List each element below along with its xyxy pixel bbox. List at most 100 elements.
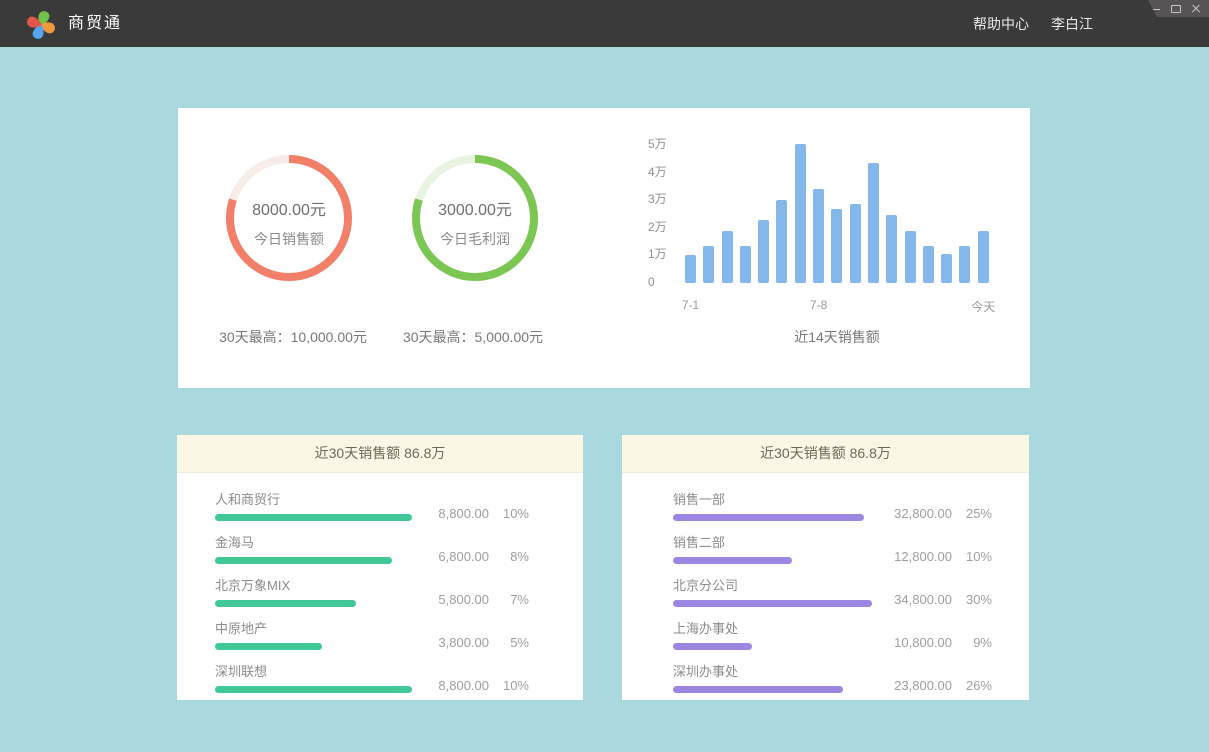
rank-row-bar xyxy=(215,557,392,564)
chart-bar xyxy=(978,231,989,283)
rank-row-bar xyxy=(215,643,322,650)
close-button[interactable] xyxy=(1190,3,1202,15)
rank-row-bar xyxy=(215,600,356,607)
rank-row: 北京万象MIX 5,800.00 7% xyxy=(215,575,529,607)
rank-row-amount: 8,800.00 xyxy=(417,506,489,521)
rank-row-label: 中原地产 xyxy=(215,618,322,637)
rank-row-percent: 5% xyxy=(497,635,529,650)
rank-row-percent: 30% xyxy=(960,592,992,607)
x-axis-tick: 7-8 xyxy=(810,298,827,312)
x-axis-tick: 今天 xyxy=(971,298,995,315)
titlebar-menu: 帮助中心 李白江 xyxy=(973,0,1093,47)
app-title: 商贸通 xyxy=(68,0,122,47)
rank-row-percent: 10% xyxy=(960,549,992,564)
profit-30day-max: 30天最高：5,000.00元 xyxy=(358,327,588,347)
rank-row-label: 北京分公司 xyxy=(673,575,872,594)
today-sales-gauge: 8000.00元 今日销售额 xyxy=(226,155,352,281)
rank-row: 销售一部 32,800.00 25% xyxy=(673,489,992,521)
department-rank-rows: 销售一部 32,800.00 25% 销售二部 12,800.00 10% 北京分公… xyxy=(622,473,1029,693)
app-logo-icon xyxy=(26,9,56,39)
rank-row: 金海马 6,800.00 8% xyxy=(215,532,529,564)
minimize-icon xyxy=(1151,9,1160,11)
rank-row-percent: 25% xyxy=(960,506,992,521)
chart-bar xyxy=(758,220,769,284)
rank-row-bar xyxy=(673,514,864,521)
customer-rank-title: 近30天销售额 86.8万 xyxy=(177,435,583,473)
chart-bar xyxy=(795,144,806,283)
rank-row-percent: 26% xyxy=(960,678,992,693)
rank-row-amount: 3,800.00 xyxy=(417,635,489,650)
rank-row-label: 人和商贸行 xyxy=(215,489,412,508)
chart-bar xyxy=(776,200,787,283)
chart-bar xyxy=(868,163,879,283)
x-axis-tick: 7-1 xyxy=(682,298,699,312)
rank-row-amount: 23,800.00 xyxy=(880,678,952,693)
department-rank-card: 近30天销售额 86.8万 销售一部 32,800.00 25% 销售二部 12,… xyxy=(622,435,1029,700)
minimize-button[interactable] xyxy=(1150,3,1162,15)
sales-chart-x-axis: 7-17-8今天 xyxy=(685,298,989,314)
rank-row-bar xyxy=(215,514,412,521)
rank-row-percent: 9% xyxy=(960,635,992,650)
rank-row-amount: 12,800.00 xyxy=(880,549,952,564)
rank-row-bar xyxy=(673,643,752,650)
customer-rank-card: 近30天销售额 86.8万 人和商贸行 8,800.00 10% 金海马 6,80… xyxy=(177,435,583,700)
user-name[interactable]: 李白江 xyxy=(1051,14,1093,34)
rank-row-amount: 5,800.00 xyxy=(417,592,489,607)
rank-row: 上海办事处 10,800.00 9% xyxy=(673,618,992,650)
rank-row-amount: 10,800.00 xyxy=(880,635,952,650)
chart-bar xyxy=(959,246,970,283)
rank-row-bar xyxy=(673,600,872,607)
rank-row-percent: 10% xyxy=(497,678,529,693)
help-center-link[interactable]: 帮助中心 xyxy=(973,14,1029,34)
chart-bar xyxy=(831,209,842,284)
chart-bar xyxy=(923,246,934,283)
customer-rank-rows: 人和商贸行 8,800.00 10% 金海马 6,800.00 8% 北京万象MIX… xyxy=(177,473,583,693)
rank-row: 深圳联想 8,800.0010% xyxy=(215,661,529,693)
y-axis-tick: 3万 xyxy=(648,192,667,206)
title-bar: 商贸通 帮助中心 李白江 xyxy=(0,0,1209,47)
sales-chart-title: 近14天销售额 xyxy=(685,327,989,347)
rank-row: 北京分公司 34,800.00 30% xyxy=(673,575,992,607)
rank-row-percent: 7% xyxy=(497,592,529,607)
window-controls xyxy=(1148,0,1209,17)
y-axis-tick: 0 xyxy=(648,275,655,289)
rank-row-percent: 8% xyxy=(497,549,529,564)
rank-row-amount: 32,800.00 xyxy=(880,506,952,521)
rank-row-label: 北京万象MIX xyxy=(215,575,356,594)
overview-card: 8000.00元 今日销售额 3000.00元 今日毛利润 30天最高：10,0… xyxy=(178,108,1030,388)
rank-row-bar xyxy=(673,557,792,564)
rank-row-bar xyxy=(673,686,843,693)
rank-row-percent: 10% xyxy=(497,506,529,521)
rank-row: 深圳办事处 23,800.00 26% xyxy=(673,661,992,693)
chart-bar xyxy=(722,231,733,283)
rank-row-label: 上海办事处 xyxy=(673,618,752,637)
chart-bar xyxy=(813,189,824,283)
chart-bar xyxy=(703,246,714,283)
maximize-icon xyxy=(1171,5,1181,13)
rank-row-amount: 6,800.00 xyxy=(417,549,489,564)
y-axis-tick: 2万 xyxy=(648,220,667,234)
chart-bar xyxy=(905,231,916,283)
rank-row-label: 金海马 xyxy=(215,532,392,551)
rank-row-amount: 34,800.00 xyxy=(880,592,952,607)
today-profit-label: 今日毛利润 xyxy=(440,229,510,249)
rank-row-label: 销售一部 xyxy=(673,489,864,508)
rank-row-label: 深圳办事处 xyxy=(673,661,843,680)
y-axis-tick: 1万 xyxy=(648,247,667,261)
department-rank-title: 近30天销售额 86.8万 xyxy=(622,435,1029,473)
today-profit-value: 3000.00元 xyxy=(438,196,512,220)
chart-bar xyxy=(941,254,952,283)
y-axis-tick: 4万 xyxy=(648,165,667,179)
maximize-button[interactable] xyxy=(1170,3,1182,15)
rank-row-amount: 8,800.00 xyxy=(417,678,489,693)
rank-row-label: 销售二部 xyxy=(673,532,792,551)
today-profit-gauge: 3000.00元 今日毛利润 xyxy=(412,155,538,281)
app-window: 商贸通 帮助中心 李白江 8000.00元 今日销售额 xyxy=(0,0,1209,752)
y-axis-tick: 5万 xyxy=(648,137,667,151)
chart-bar xyxy=(886,215,897,283)
chart-bar xyxy=(850,204,861,283)
rank-row-bar xyxy=(215,686,412,693)
rank-row: 销售二部 12,800.00 10% xyxy=(673,532,992,564)
sales-bar-chart xyxy=(685,143,989,283)
today-sales-value: 8000.00元 xyxy=(252,196,326,220)
